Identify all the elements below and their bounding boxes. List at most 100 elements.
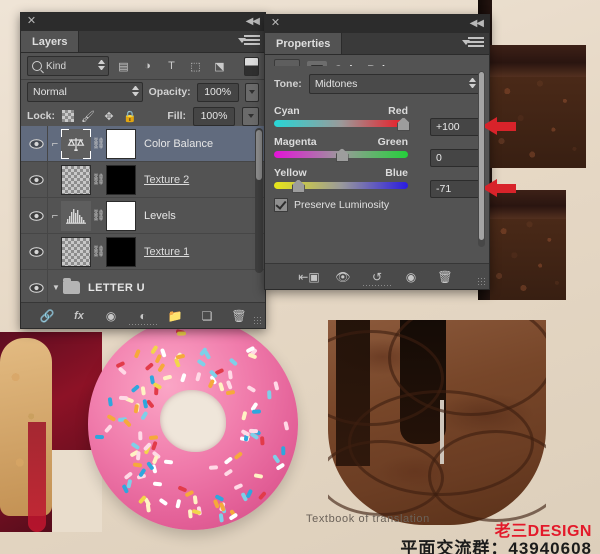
properties-panel-titlebar: ✕ ◀◀ (265, 15, 489, 33)
sprinkle (138, 431, 143, 441)
layer-mask-thumbnail[interactable] (106, 128, 136, 159)
link-mask-icon[interactable]: ⛓ (91, 173, 106, 186)
lock-all-icon[interactable]: 🔒 (123, 109, 137, 123)
channel-value[interactable]: +100 (430, 118, 480, 136)
panel-drag-grip[interactable] (128, 323, 158, 327)
tab-properties[interactable]: Properties (265, 33, 343, 54)
lock-transparency-icon[interactable] (62, 110, 75, 122)
smart-object-filter-icon[interactable]: ⬔ (210, 57, 229, 75)
channel-slider[interactable] (274, 148, 408, 162)
panel-menu-icon[interactable] (238, 35, 260, 48)
panel-menu-icon[interactable] (462, 37, 484, 50)
visibility-eye-icon[interactable] (23, 210, 49, 221)
channel-labels: Yellow Blue (274, 167, 408, 179)
reset-icon[interactable]: ↺ (369, 268, 386, 285)
link-mask-icon[interactable]: ⛓ (91, 137, 106, 150)
channel-slider-thumb[interactable] (397, 117, 410, 131)
link-mask-icon[interactable]: ⛓ (91, 245, 106, 258)
close-icon[interactable]: ✕ (270, 18, 281, 29)
panel-drag-grip[interactable] (362, 284, 392, 288)
channel-value[interactable]: -71 (430, 180, 480, 198)
link-layers-icon[interactable]: 🔗 (39, 307, 56, 324)
pixel-filter-icon[interactable]: ▤ (114, 57, 133, 75)
toggle-visibility-icon[interactable]: ◉ (403, 268, 420, 285)
delete-layer-icon[interactable]: 🗑 (231, 307, 248, 324)
chevron-updown-icon (98, 60, 105, 72)
sprinkle (226, 379, 233, 390)
collapse-icon[interactable]: ◀◀ (470, 19, 484, 29)
opacity-dropdown-icon[interactable] (244, 82, 259, 102)
type-filter-icon[interactable]: T (162, 57, 181, 75)
opacity-value[interactable]: 100% (196, 82, 239, 102)
channel-value[interactable]: 0 (430, 149, 480, 167)
visibility-eye-icon[interactable] (23, 138, 49, 149)
visibility-eye-icon[interactable] (23, 174, 49, 185)
layer-row-texture-2[interactable]: ⛓ Texture 2 (21, 162, 265, 198)
sprinkle (267, 389, 272, 400)
close-icon[interactable]: ✕ (26, 16, 37, 27)
add-mask-icon[interactable]: ◉ (103, 307, 120, 324)
channel-cyan-red: Cyan Red +100 (274, 105, 516, 136)
layer-row-color-balance[interactable]: ⌐ ⛓ Color Balance (21, 126, 265, 162)
sprinkle (254, 472, 264, 479)
new-layer-icon[interactable]: ❏ (199, 307, 216, 324)
blend-mode-select[interactable]: Normal (27, 82, 143, 102)
filter-kind-select[interactable]: Kind (27, 56, 109, 76)
layer-row-letter-u[interactable]: ▼ LETTER U (21, 270, 265, 302)
properties-scrollbar[interactable] (478, 71, 485, 247)
fill-value[interactable]: 100% (193, 106, 235, 126)
layers-scrollbar[interactable] (255, 128, 263, 273)
layer-mask-thumbnail[interactable] (106, 236, 136, 267)
delete-adjustment-icon[interactable]: 🗑 (437, 268, 454, 285)
layer-list: ⌐ ⛓ Color Balance ⛓ Texture 2 ⌐ ⛓ Levels ⛓ Textur… (21, 126, 265, 302)
resize-grip[interactable] (477, 277, 486, 286)
lock-position-icon[interactable]: ✥ (102, 109, 116, 123)
lock-label: Lock: (27, 110, 56, 122)
tone-select[interactable]: Midtones (308, 74, 480, 94)
sprinkle (177, 485, 187, 493)
adjustment-thumbnail[interactable] (61, 128, 91, 159)
new-group-icon[interactable]: 📁 (167, 307, 184, 324)
sprinkle (223, 468, 234, 477)
resize-grip[interactable] (253, 316, 262, 325)
sprinkle (132, 462, 142, 468)
layer-mask-thumbnail[interactable] (106, 164, 136, 195)
preserve-luminosity-checkbox[interactable] (274, 198, 288, 212)
layer-mask-thumbnail[interactable] (106, 200, 136, 231)
sprinkle (130, 441, 140, 450)
tab-layers[interactable]: Layers (21, 31, 80, 52)
sprinkle (117, 366, 128, 376)
tone-row: Tone: Midtones (274, 74, 480, 94)
preserve-luminosity-row[interactable]: Preserve Luminosity (274, 198, 480, 212)
channel-slider[interactable] (274, 179, 408, 193)
channel-slider[interactable] (274, 117, 410, 131)
clip-to-layer-icon[interactable]: ⇤▣ (298, 268, 319, 285)
link-mask-icon[interactable]: ⛓ (91, 209, 106, 222)
channel-left-label: Cyan (274, 105, 300, 117)
shape-filter-icon[interactable]: ⬚ (186, 57, 205, 75)
channel-slider-thumb[interactable] (335, 148, 349, 162)
sprinkle (176, 499, 182, 510)
sprinkle (104, 424, 113, 434)
fill-dropdown-icon[interactable] (242, 106, 259, 126)
visibility-eye-icon[interactable] (23, 246, 49, 257)
adjustment-thumbnail[interactable] (61, 200, 91, 231)
sprinkle (196, 358, 206, 367)
view-previous-state-icon[interactable]: 👁 (335, 268, 352, 285)
adjustment-filter-icon[interactable]: ◑ (138, 57, 157, 75)
visibility-eye-icon[interactable] (23, 282, 49, 293)
layer-thumbnail[interactable] (61, 236, 91, 267)
layer-row-levels[interactable]: ⌐ ⛓ Levels (21, 198, 265, 234)
layer-row-texture-1[interactable]: ⛓ Texture 1 (21, 234, 265, 270)
group-expand-triangle-icon[interactable]: ▼ (49, 283, 63, 292)
layer-style-fx-icon[interactable]: fx (71, 307, 88, 324)
channel-slider-thumb[interactable] (291, 179, 305, 193)
properties-body: Tone: Midtones Cyan Red +100 Magenta Green 0 Y… (265, 66, 516, 259)
filter-toggle-switch[interactable] (244, 56, 259, 76)
sprinkle (95, 434, 105, 439)
sprinkle (193, 494, 198, 505)
new-adjustment-icon[interactable]: ◐ (135, 307, 152, 324)
collapse-icon[interactable]: ◀◀ (246, 17, 260, 27)
layer-thumbnail[interactable] (61, 164, 91, 195)
lock-image-icon[interactable]: 🖌 (81, 109, 95, 123)
